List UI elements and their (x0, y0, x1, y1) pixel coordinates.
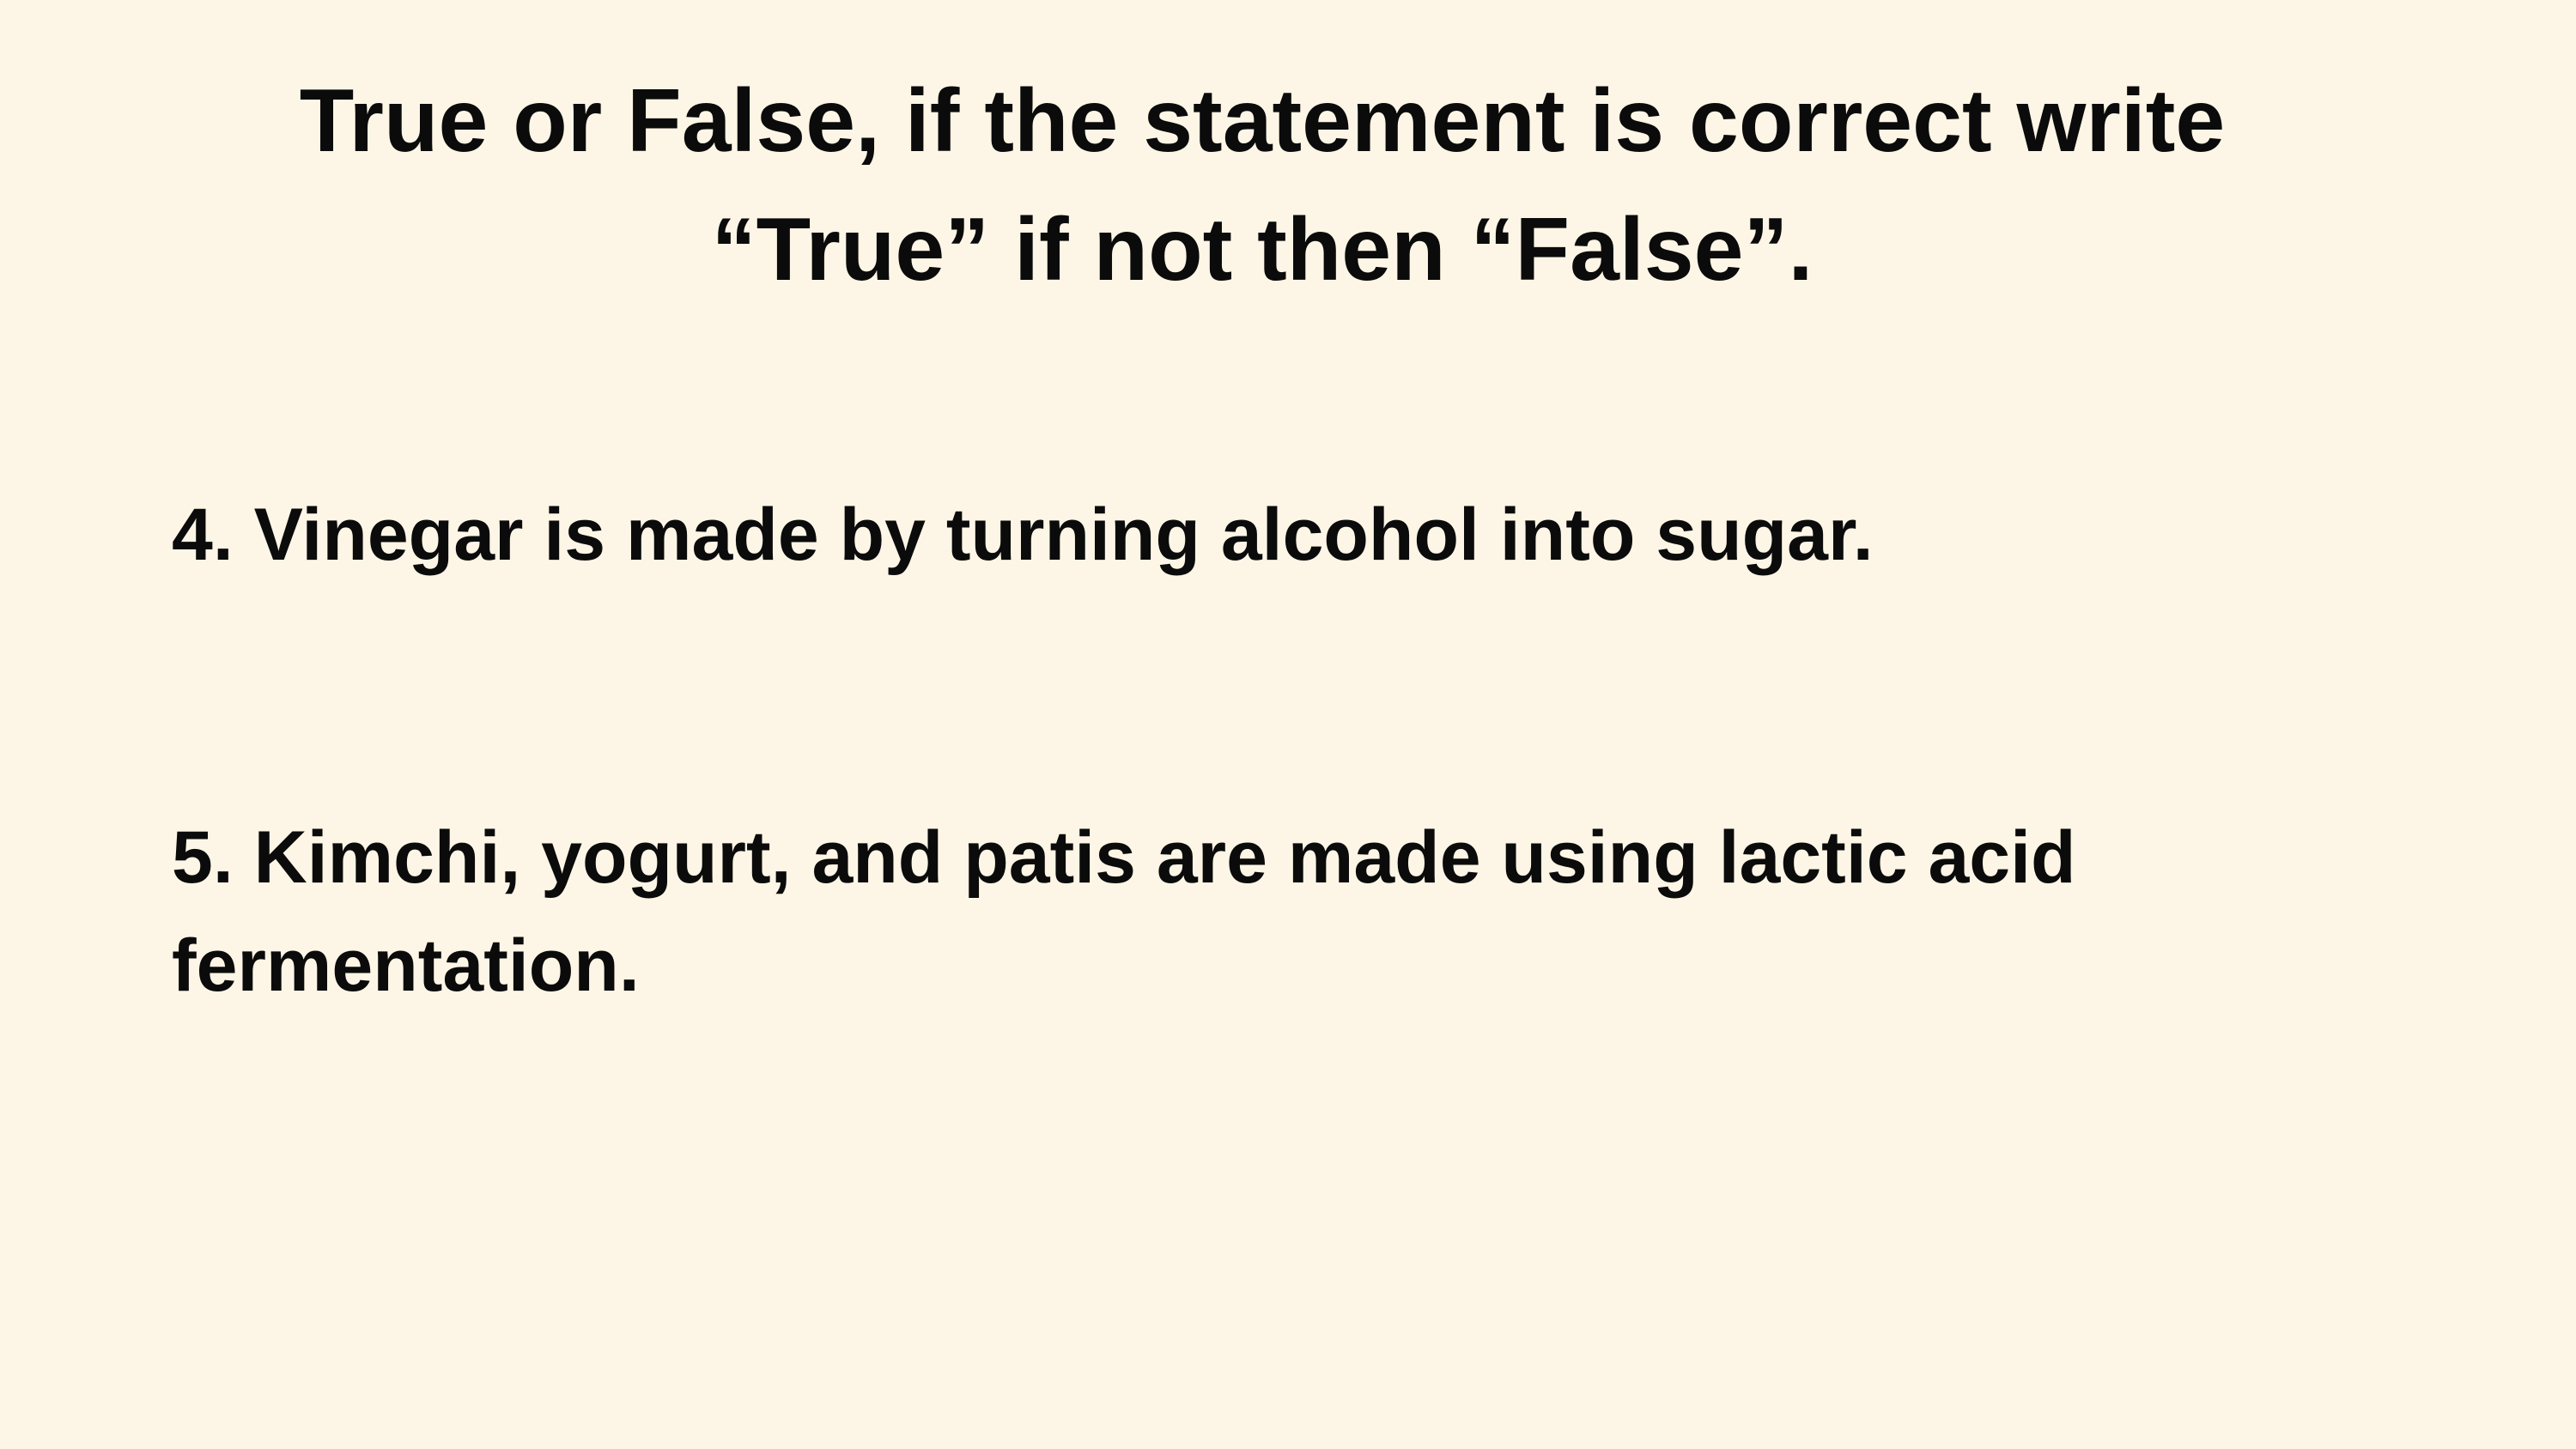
statement-5-line-1: 5. Kimchi, yogurt, and patis are made us… (172, 816, 2076, 899)
statement-4-line-1: 4. Vinegar is made by turning alcohol in… (172, 494, 1874, 576)
statement-4: 4. Vinegar is made by turning alcohol in… (172, 481, 2370, 589)
title-line-2: “True” if not then “False”. (711, 200, 1814, 300)
slide: True or False, if the statement is corre… (0, 0, 2576, 1449)
statement-5: 5. Kimchi, yogurt, and patis are made us… (172, 803, 2370, 1020)
statement-5-line-2: fermentation. (172, 925, 640, 1007)
title-line-1: True or False, if the statement is corre… (299, 71, 2226, 171)
slide-title: True or False, if the statement is corre… (129, 57, 2396, 314)
